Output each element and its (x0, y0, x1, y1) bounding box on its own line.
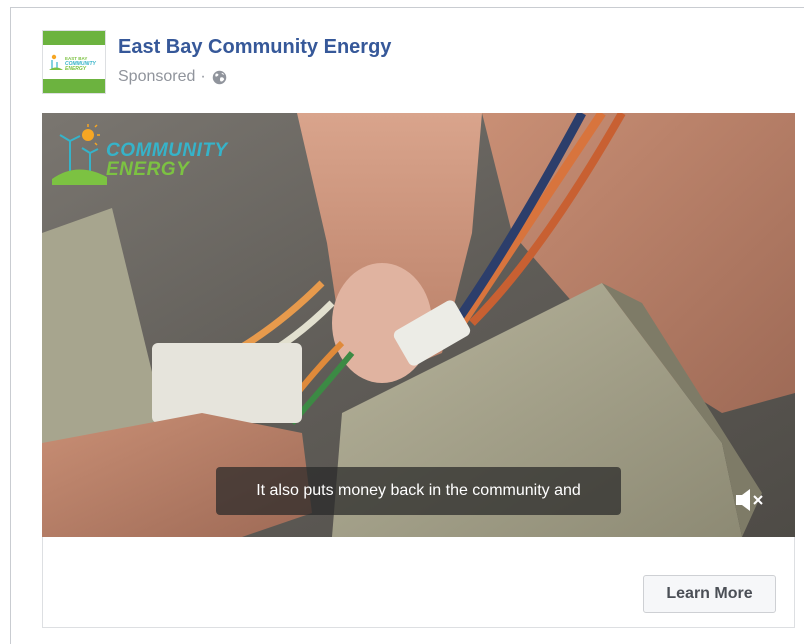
page: EAST BAY COMMUNITY ENERGY East Bay Commu… (0, 0, 804, 644)
avatar-logo-line3: ENERGY (65, 66, 87, 72)
globe-icon[interactable] (212, 70, 227, 85)
page-avatar[interactable]: EAST BAY COMMUNITY ENERGY (42, 30, 106, 94)
post-meta: Sponsored · (118, 68, 227, 86)
ad-footer: Learn More (42, 537, 795, 628)
video-player[interactable]: COMMUNITY ENERGY It also puts money back… (42, 113, 795, 537)
avatar-stripe-top (43, 31, 105, 45)
learn-more-button[interactable]: Learn More (643, 575, 776, 613)
speaker-muted-icon[interactable] (732, 487, 766, 513)
video-caption: It also puts money back in the community… (216, 467, 621, 515)
mini-logo-icon: EAST BAY COMMUNITY ENERGY (49, 54, 96, 72)
brand-overlay-text: COMMUNITY ENERGY (106, 141, 228, 179)
sponsored-label[interactable]: Sponsored (118, 68, 195, 86)
page-name-link[interactable]: East Bay Community Energy (118, 36, 391, 59)
meta-separator: · (200, 68, 206, 85)
avatar-stripe-bottom (43, 79, 105, 93)
brand-overlay-line1: COMMUNITY (106, 140, 228, 161)
brand-overlay-line2: ENERGY (106, 159, 190, 180)
